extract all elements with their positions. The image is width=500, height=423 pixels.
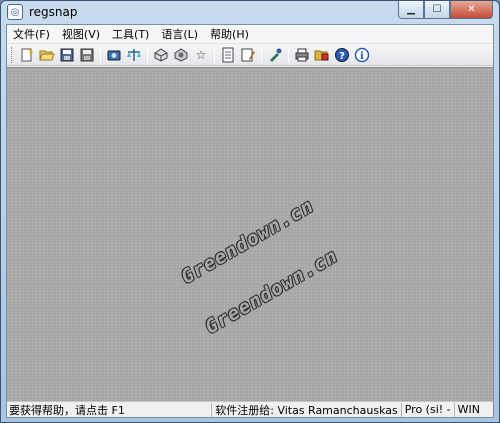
status-edition: Pro (si! - — [400, 402, 454, 417]
toolbar-separator — [288, 46, 289, 63]
menu-file[interactable]: 文件(F) — [7, 26, 56, 42]
print-icon[interactable] — [293, 46, 311, 64]
resize-grip[interactable] — [483, 403, 493, 417]
tools-icon[interactable] — [266, 46, 284, 64]
svg-text:i: i — [360, 51, 364, 62]
title-bar[interactable]: ◎ regsnap ▁ ☐ ✕ — [1, 1, 499, 23]
toolbar-separator — [214, 46, 215, 63]
status-os: WIN — [453, 402, 483, 417]
info-icon[interactable]: i — [353, 46, 371, 64]
toolbar-separator — [100, 46, 101, 63]
disk-icon[interactable] — [152, 46, 170, 64]
caption-buttons: ▁ ☐ ✕ — [398, 1, 493, 19]
document-icon[interactable] — [219, 46, 237, 64]
menu-help[interactable]: 帮助(H) — [204, 26, 255, 42]
document-workspace[interactable]: Greendown.cn Greendown.cn — [7, 67, 493, 403]
camera-icon[interactable] — [105, 46, 123, 64]
svg-text:?: ? — [339, 51, 345, 62]
menu-tools[interactable]: 工具(T) — [106, 26, 155, 42]
status-registered-to: 软件注册给: Vitas Ramanchauskas — [211, 402, 401, 417]
status-bar: 要获得帮助，请点击 F1 软件注册给: Vitas Ramanchauskas … — [7, 401, 493, 417]
toolbar-grip[interactable] — [11, 46, 14, 63]
compare-scales-icon[interactable] — [125, 46, 143, 64]
help-icon[interactable]: ? — [333, 46, 351, 64]
star-icon[interactable]: ☆ — [192, 46, 210, 64]
status-help-text: 要获得帮助，请点击 F1 — [9, 403, 125, 417]
save-icon[interactable] — [58, 46, 76, 64]
client-area: 文件(F) 视图(V) 工具(T) 语言(L) 帮助(H) ☆ ? i Gree… — [6, 24, 494, 418]
menu-bar: 文件(F) 视图(V) 工具(T) 语言(L) 帮助(H) — [7, 25, 493, 44]
window-title: regsnap — [29, 5, 78, 19]
menu-language[interactable]: 语言(L) — [155, 26, 204, 42]
toolbar-separator — [261, 46, 262, 63]
minimize-button[interactable]: ▁ — [398, 1, 424, 19]
app-window: ◎ regsnap ▁ ☐ ✕ 文件(F) 视图(V) 工具(T) 语言(L) … — [0, 0, 500, 423]
toolbar-separator — [147, 46, 148, 63]
menu-view[interactable]: 视图(V) — [56, 26, 106, 42]
settings-disk-icon[interactable] — [172, 46, 190, 64]
open-folder-icon[interactable] — [38, 46, 56, 64]
toolbar: ☆ ? i — [7, 44, 493, 66]
print-preview-icon[interactable] — [313, 46, 331, 64]
new-snapshot-icon[interactable] — [18, 46, 36, 64]
regsnap-app-icon[interactable]: ◎ — [7, 4, 23, 20]
save-as-icon[interactable] — [78, 46, 96, 64]
close-button[interactable]: ✕ — [450, 1, 493, 19]
edit-document-icon[interactable] — [239, 46, 257, 64]
maximize-button[interactable]: ☐ — [424, 1, 450, 19]
